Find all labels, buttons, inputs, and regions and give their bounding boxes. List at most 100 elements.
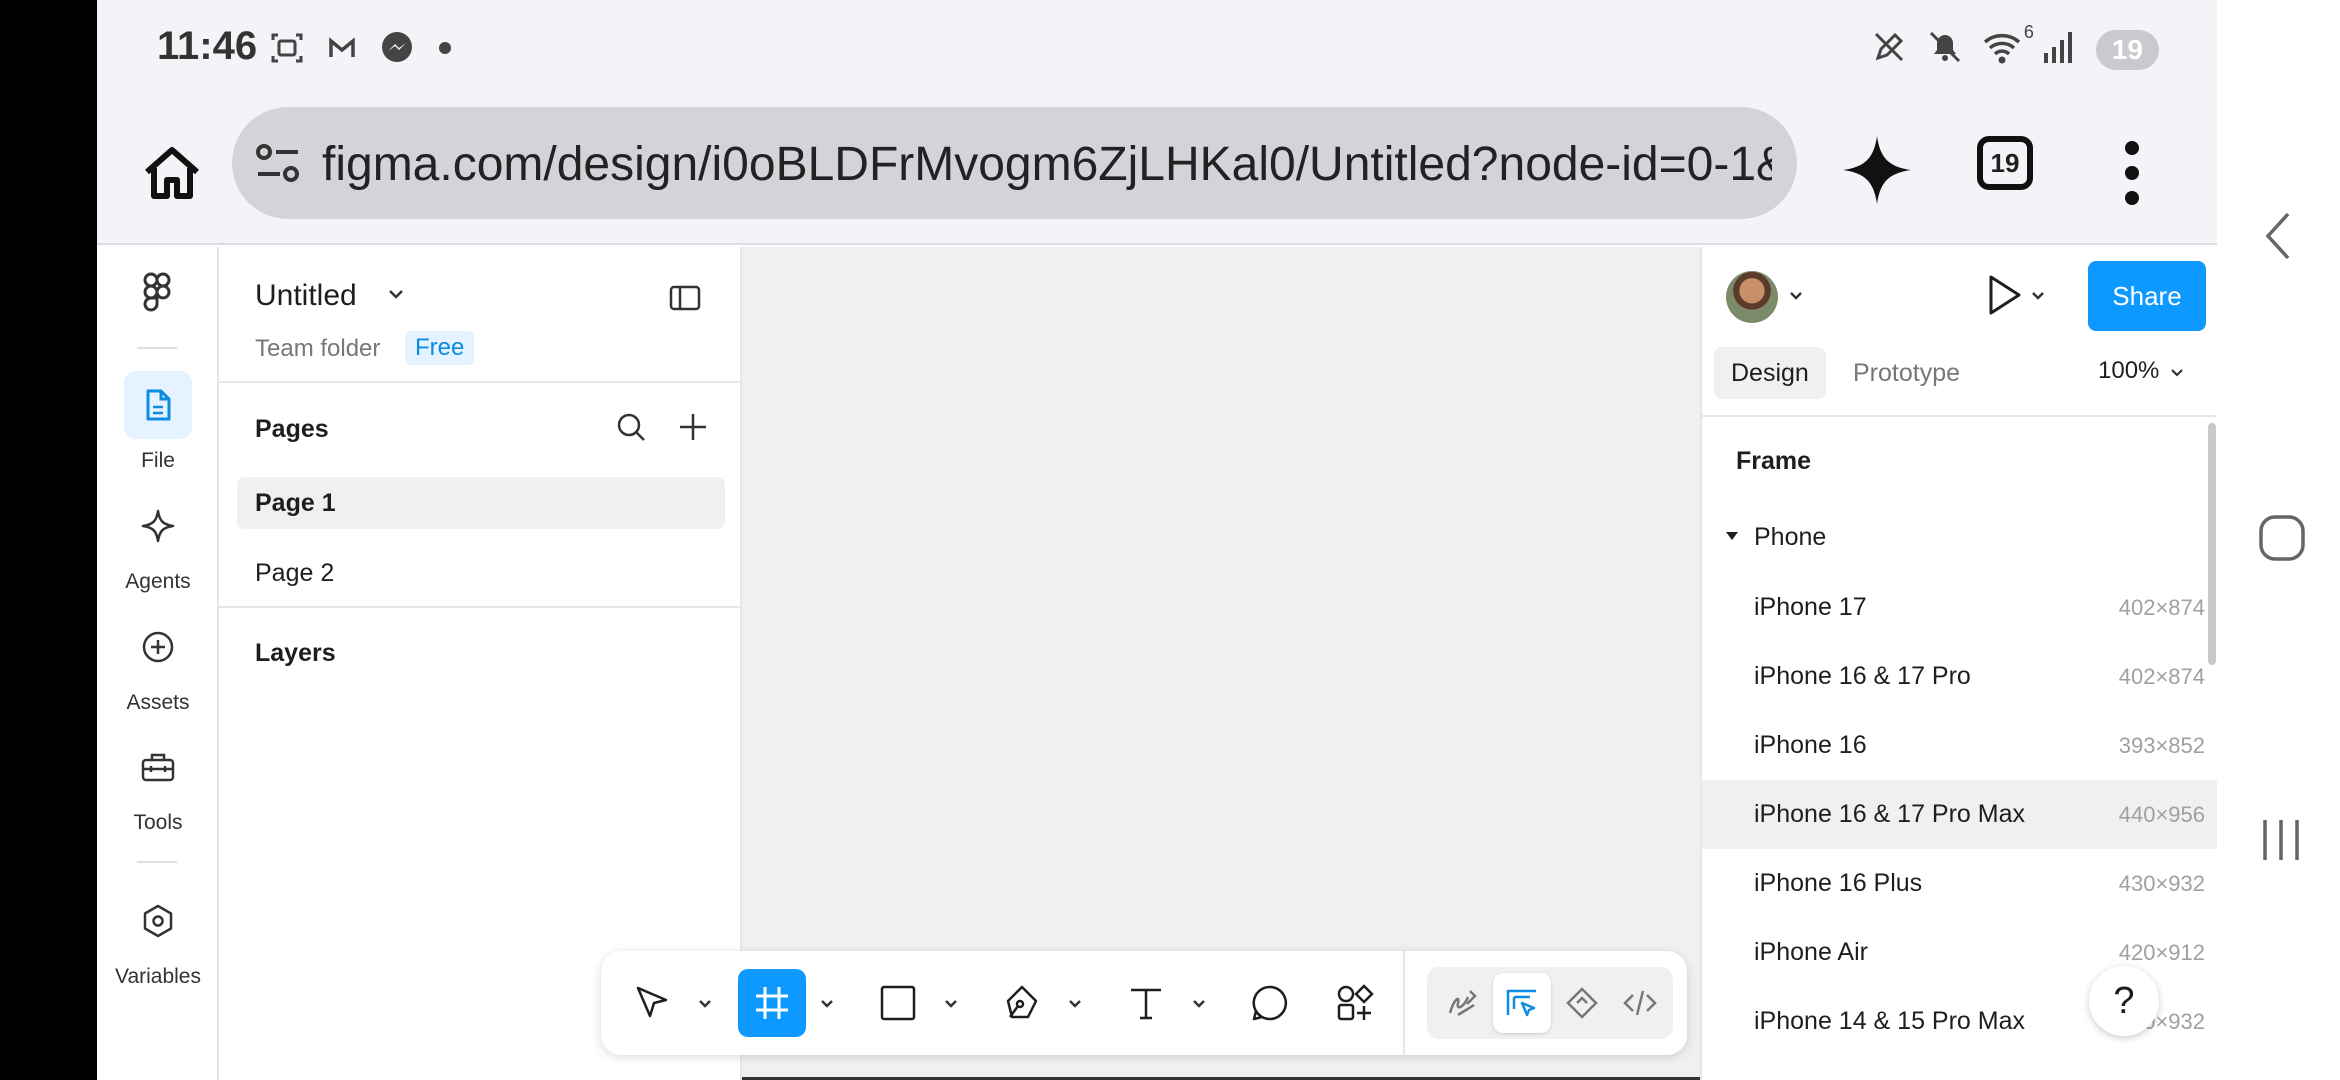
panel-divider <box>1702 415 2217 417</box>
zoom-value: 100% <box>2098 357 2160 384</box>
device-screen: 11:46 6 19 figma.com/design/i0oBLDFrMvog… <box>97 0 2217 1080</box>
chevron-down-icon[interactable] <box>2030 289 2046 307</box>
preset-size: 420×912 <box>2118 940 2205 965</box>
shape-tool-button[interactable] <box>864 969 932 1037</box>
panel-divider <box>219 606 742 608</box>
frame-preset-row[interactable]: iPhone 17 402×874 <box>1702 573 2217 642</box>
rail-file-box <box>124 371 192 439</box>
recents-icon[interactable] <box>2257 816 2305 869</box>
pen-icon <box>1006 985 1038 1019</box>
help-button[interactable]: ? <box>2089 966 2159 1036</box>
actions-tool-button[interactable] <box>1321 969 1389 1037</box>
add-page-icon[interactable] <box>677 411 709 448</box>
file-icon <box>146 389 171 421</box>
figma-left-rail: File Agents Assets Tools Variables <box>97 247 219 1080</box>
more-vertical-icon <box>2125 141 2139 205</box>
component-mode-button[interactable] <box>1553 973 1611 1033</box>
text-tool-button[interactable] <box>1112 969 1180 1037</box>
chevron-down-icon[interactable] <box>387 287 405 306</box>
share-button[interactable]: Share <box>2088 261 2206 331</box>
left-black-bezel <box>0 0 97 1080</box>
messenger-icon <box>379 30 415 71</box>
draw-squiggle-icon <box>1448 990 1477 1017</box>
dev-mode-button[interactable] <box>1611 973 1669 1033</box>
pen-tool-button[interactable] <box>988 969 1056 1037</box>
rail-item-file[interactable]: File <box>97 371 219 473</box>
frame-preset-row[interactable]: iPhone 16 & 17 Pro Max 440×956 <box>1702 780 2217 849</box>
rectangle-icon <box>880 985 916 1021</box>
mute-icon <box>1926 28 1964 71</box>
design-mode-icon <box>1506 989 1536 1017</box>
preset-name: iPhone 17 <box>1754 593 1867 621</box>
preset-name: iPhone 16 & 17 Pro <box>1754 662 1971 690</box>
chevron-down-icon[interactable] <box>1788 289 1804 307</box>
mode-switcher <box>1427 967 1673 1039</box>
preset-size: 402×874 <box>2118 664 2205 689</box>
frame-hash-icon <box>756 987 788 1019</box>
draw-mode-button[interactable] <box>1433 973 1491 1033</box>
chevron-down-icon <box>2171 369 2183 377</box>
file-title[interactable]: Untitled <box>255 279 357 313</box>
status-time: 11:46 <box>157 24 258 68</box>
zoom-level[interactable]: 100% <box>2098 357 2184 385</box>
user-avatar[interactable] <box>1726 271 1778 323</box>
preset-size: 402×874 <box>2118 595 2205 620</box>
search-icon[interactable] <box>615 411 647 448</box>
browser-menu-button[interactable] <box>2122 138 2142 208</box>
component-diamond-icon <box>1566 987 1598 1019</box>
page-item-2[interactable]: Page 2 <box>237 547 725 599</box>
rail-label-variables: Variables <box>115 965 201 988</box>
plan-badge: Free <box>405 331 475 365</box>
cursor-icon <box>636 986 668 1018</box>
preset-name: iPhone 14 & 15 Pro Max <box>1754 1007 2025 1035</box>
gmail-icon <box>327 33 357 68</box>
page-item-1[interactable]: Page 1 <box>237 477 725 529</box>
tab-prototype[interactable]: Prototype <box>1836 347 1977 399</box>
team-folder-label[interactable]: Team folder <box>255 335 380 363</box>
dot-icon <box>437 40 453 61</box>
comment-tool-button[interactable] <box>1236 969 1304 1037</box>
rail-item-variables[interactable]: Variables <box>97 887 219 989</box>
screenshot-icon <box>269 30 305 71</box>
tab-switcher-button[interactable]: 19 <box>1977 136 2033 190</box>
gemini-button[interactable] <box>1837 130 1917 210</box>
sidebar-toggle-icon[interactable] <box>669 285 701 316</box>
site-settings-icon[interactable] <box>254 142 302 189</box>
preset-size: 430×932 <box>2118 871 2205 896</box>
home-nav-icon[interactable] <box>2257 513 2307 568</box>
rail-item-agents[interactable]: Agents <box>97 492 219 594</box>
chevron-down-icon[interactable] <box>1191 997 1207 1015</box>
rail-label-assets: Assets <box>126 691 190 714</box>
frame-preset-row[interactable]: iPhone 16 393×852 <box>1702 711 2217 780</box>
frame-tool-button[interactable] <box>738 969 806 1037</box>
rail-item-tools[interactable]: Tools <box>97 733 219 835</box>
caret-down-icon[interactable] <box>1724 529 1740 548</box>
chevron-down-icon[interactable] <box>1067 997 1083 1015</box>
frame-preset-row[interactable]: iPhone 16 & 17 Pro 402×874 <box>1702 642 2217 711</box>
comment-bubble-icon <box>1252 985 1288 1021</box>
browser-toolbar: figma.com/design/i0oBLDFrMvogm6ZjLHKal0/… <box>97 100 2217 245</box>
move-tool-button[interactable] <box>619 969 687 1037</box>
preset-name: iPhone 16 <box>1754 731 1867 759</box>
tab-design[interactable]: Design <box>1714 347 1826 399</box>
chevron-down-icon[interactable] <box>697 997 713 1015</box>
preset-size: 440×956 <box>2118 802 2205 827</box>
present-play-icon[interactable] <box>1984 273 2024 322</box>
panel-divider <box>219 381 742 383</box>
home-button[interactable] <box>137 138 207 208</box>
chevron-down-icon[interactable] <box>943 997 959 1015</box>
preset-section-phone[interactable]: Phone <box>1754 523 1826 552</box>
signal-icon <box>2042 29 2078 70</box>
figma-logo-icon[interactable] <box>139 272 175 319</box>
chevron-down-icon[interactable] <box>819 997 835 1015</box>
url-text[interactable]: figma.com/design/i0oBLDFrMvogm6ZjLHKal0/… <box>322 137 1772 192</box>
frame-preset-row[interactable]: iPhone 16 Plus 430×932 <box>1702 849 2217 918</box>
rail-item-assets[interactable]: Assets <box>97 613 219 715</box>
shapes-plus-icon <box>1337 984 1374 1021</box>
back-icon[interactable] <box>2262 210 2296 267</box>
plus-circle-icon <box>142 631 174 663</box>
rail-tools-box <box>124 733 192 801</box>
preset-name: iPhone Air <box>1754 938 1868 966</box>
design-mode-button[interactable] <box>1493 973 1551 1033</box>
address-bar[interactable]: figma.com/design/i0oBLDFrMvogm6ZjLHKal0/… <box>232 107 1797 219</box>
